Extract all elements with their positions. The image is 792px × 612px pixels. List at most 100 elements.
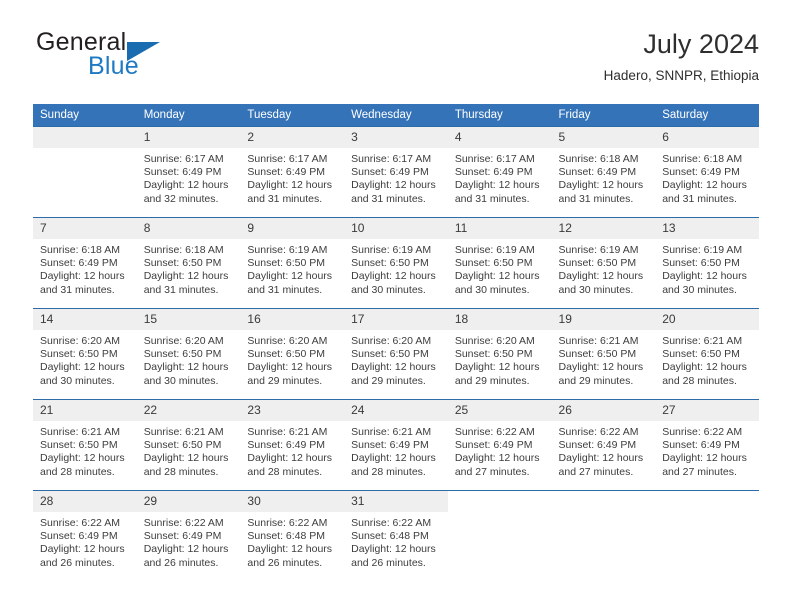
calendar-week-row: 21 Sunrise: 6:21 AM Sunset: 6:50 PM Dayligh…: [33, 399, 759, 491]
day-cell-inner: 5 Sunrise: 6:18 AM Sunset: 6:49 PM Daylight…: [551, 127, 656, 217]
day-cell-inner: 13 Sunrise: 6:19 AM Sunset: 6:50 PM Dayligh…: [655, 218, 759, 308]
calendar-day-cell[interactable]: 29 Sunrise: 6:22 AM Sunset: 6:49 PM Dayligh…: [136, 490, 241, 581]
sunset-text: Sunset: 6:49 PM: [662, 439, 740, 452]
calendar-body: 1 Sunrise: 6:17 AM Sunset: 6:49 PM Daylight…: [33, 126, 759, 581]
calendar-day-cell[interactable]: 31 Sunrise: 6:22 AM Sunset: 6:48 PM Dayligh…: [344, 490, 448, 581]
sunrise-text: Sunrise: 6:22 AM: [454, 426, 535, 438]
day-details: Sunrise: 6:22 AM Sunset: 6:49 PM Daylight:…: [137, 512, 241, 570]
calendar-day-cell[interactable]: 3 Sunrise: 6:17 AM Sunset: 6:49 PM Daylight…: [344, 126, 448, 218]
calendar-day-cell[interactable]: 14 Sunrise: 6:20 AM Sunset: 6:50 PM Dayligh…: [33, 308, 137, 400]
sunset-text: Sunset: 6:50 PM: [247, 348, 326, 361]
calendar-grid: Sunday Monday Tuesday Wednesday Thursday…: [33, 104, 759, 581]
calendar-day-cell[interactable]: 2 Sunrise: 6:17 AM Sunset: 6:49 PM Daylight…: [240, 126, 345, 218]
day-number: 13: [655, 218, 759, 239]
sunset-text: Sunset: 6:49 PM: [454, 166, 533, 179]
calendar-day-cell[interactable]: 7 Sunrise: 6:18 AM Sunset: 6:49 PM Daylight…: [33, 217, 137, 309]
calendar-day-cell[interactable]: 16 Sunrise: 6:20 AM Sunset: 6:50 PM Dayligh…: [240, 308, 345, 400]
calendar-day-cell[interactable]: 18 Sunrise: 6:20 AM Sunset: 6:50 PM Dayligh…: [447, 308, 552, 400]
weekday-header-tuesday: Tuesday: [240, 104, 345, 127]
day-details: Sunrise: 6:18 AM Sunset: 6:50 PM Daylight:…: [137, 239, 241, 297]
calendar-day-cell[interactable]: 19 Sunrise: 6:21 AM Sunset: 6:50 PM Dayligh…: [551, 308, 656, 400]
calendar-week-row: 1 Sunrise: 6:17 AM Sunset: 6:49 PM Daylight…: [33, 126, 759, 218]
day-cell-inner: 15 Sunrise: 6:20 AM Sunset: 6:50 PM Dayligh…: [136, 309, 241, 399]
calendar-day-cell[interactable]: 15 Sunrise: 6:20 AM Sunset: 6:50 PM Dayligh…: [136, 308, 241, 400]
calendar-day-cell[interactable]: 11 Sunrise: 6:19 AM Sunset: 6:50 PM Dayligh…: [447, 217, 552, 309]
daylight-text: Daylight: 12 hours and 29 minutes.: [247, 361, 333, 387]
daylight-text: Daylight: 12 hours and 31 minutes.: [143, 270, 229, 296]
sunrise-text: Sunrise: 6:17 AM: [247, 153, 328, 165]
sunset-text: Sunset: 6:50 PM: [454, 257, 533, 270]
calendar-day-cell[interactable]: 22 Sunrise: 6:21 AM Sunset: 6:50 PM Dayligh…: [136, 399, 241, 491]
day-details: Sunrise: 6:22 AM Sunset: 6:49 PM Daylight:…: [552, 421, 656, 479]
sunrise-text: Sunrise: 6:20 AM: [143, 335, 224, 347]
calendar-day-cell[interactable]: 27 Sunrise: 6:22 AM Sunset: 6:49 PM Dayligh…: [655, 399, 759, 491]
calendar-day-cell[interactable]: 9 Sunrise: 6:19 AM Sunset: 6:50 PM Daylight…: [240, 217, 345, 309]
day-cell-inner: 17 Sunrise: 6:20 AM Sunset: 6:50 PM Dayligh…: [344, 309, 448, 399]
day-cell-inner: 16 Sunrise: 6:20 AM Sunset: 6:50 PM Dayligh…: [240, 309, 345, 399]
sunset-text: Sunset: 6:50 PM: [143, 257, 222, 270]
calendar-day-cell[interactable]: 6 Sunrise: 6:18 AM Sunset: 6:49 PM Daylight…: [655, 126, 759, 218]
sunset-text: Sunset: 6:49 PM: [247, 439, 326, 452]
calendar-day-cell[interactable]: 13 Sunrise: 6:19 AM Sunset: 6:50 PM Dayligh…: [655, 217, 759, 309]
day-cell-inner: 23 Sunrise: 6:21 AM Sunset: 6:49 PM Dayligh…: [240, 400, 345, 490]
day-details: Sunrise: 6:20 AM Sunset: 6:50 PM Daylight:…: [33, 330, 137, 388]
calendar-day-cell[interactable]: 21 Sunrise: 6:21 AM Sunset: 6:50 PM Dayligh…: [33, 399, 137, 491]
day-cell-inner: 26 Sunrise: 6:22 AM Sunset: 6:49 PM Dayligh…: [551, 400, 656, 490]
sunrise-text: Sunrise: 6:22 AM: [40, 517, 120, 529]
day-number: 12: [551, 218, 656, 239]
calendar-day-cell[interactable]: 10 Sunrise: 6:19 AM Sunset: 6:50 PM Dayligh…: [344, 217, 448, 309]
day-number: [33, 127, 137, 148]
calendar-day-cell[interactable]: 17 Sunrise: 6:20 AM Sunset: 6:50 PM Dayligh…: [344, 308, 448, 400]
calendar-header-row: Sunday Monday Tuesday Wednesday Thursday…: [33, 104, 759, 127]
brand-name-blue: Blue: [88, 52, 139, 80]
daylight-text: Daylight: 12 hours and 29 minutes.: [454, 361, 540, 387]
calendar-week-row: 7 Sunrise: 6:18 AM Sunset: 6:49 PM Daylight…: [33, 217, 759, 309]
day-cell-inner: 9 Sunrise: 6:19 AM Sunset: 6:50 PM Daylight…: [240, 218, 345, 308]
calendar-day-cell[interactable]: 30 Sunrise: 6:22 AM Sunset: 6:48 PM Dayligh…: [240, 490, 345, 581]
calendar-day-cell[interactable]: 20 Sunrise: 6:21 AM Sunset: 6:50 PM Dayligh…: [655, 308, 759, 400]
day-details: Sunrise: 6:21 AM Sunset: 6:49 PM Daylight:…: [344, 421, 448, 479]
sunset-text: Sunset: 6:49 PM: [40, 257, 118, 270]
sunrise-text: Sunrise: 6:22 AM: [558, 426, 639, 438]
day-number: 2: [240, 127, 345, 148]
sunset-text: Sunset: 6:48 PM: [247, 530, 326, 543]
calendar-day-cell[interactable]: 4 Sunrise: 6:17 AM Sunset: 6:49 PM Daylight…: [447, 126, 552, 218]
day-number: 11: [447, 218, 552, 239]
calendar-day-cell[interactable]: 5 Sunrise: 6:18 AM Sunset: 6:49 PM Daylight…: [551, 126, 656, 218]
day-details: Sunrise: 6:19 AM Sunset: 6:50 PM Daylight:…: [344, 239, 448, 297]
calendar-day-cell[interactable]: 25 Sunrise: 6:22 AM Sunset: 6:49 PM Dayligh…: [447, 399, 552, 491]
sunset-text: Sunset: 6:49 PM: [662, 166, 740, 179]
calendar-day-cell[interactable]: 12 Sunrise: 6:19 AM Sunset: 6:50 PM Dayligh…: [551, 217, 656, 309]
calendar-day-cell[interactable]: 23 Sunrise: 6:21 AM Sunset: 6:49 PM Dayligh…: [240, 399, 345, 491]
calendar-page: General Blue July 2024 Hadero, SNNPR, Et…: [0, 0, 792, 612]
daylight-text: Daylight: 12 hours and 30 minutes.: [143, 361, 229, 387]
weekday-header-wednesday: Wednesday: [344, 104, 448, 127]
day-cell-inner: 18 Sunrise: 6:20 AM Sunset: 6:50 PM Dayligh…: [447, 309, 552, 399]
weekday-header-thursday: Thursday: [447, 104, 552, 127]
day-details: Sunrise: 6:20 AM Sunset: 6:50 PM Daylight:…: [137, 330, 241, 388]
calendar-week-row: 28 Sunrise: 6:22 AM Sunset: 6:49 PM Dayligh…: [33, 490, 759, 581]
day-cell-inner: 25 Sunrise: 6:22 AM Sunset: 6:49 PM Dayligh…: [447, 400, 552, 490]
day-number: 10: [344, 218, 448, 239]
daylight-text: Daylight: 12 hours and 30 minutes.: [40, 361, 125, 387]
daylight-text: Daylight: 12 hours and 28 minutes.: [351, 452, 436, 478]
day-number: 14: [33, 309, 137, 330]
calendar-day-cell[interactable]: 24 Sunrise: 6:21 AM Sunset: 6:49 PM Dayligh…: [344, 399, 448, 491]
daylight-text: Daylight: 12 hours and 28 minutes.: [143, 452, 229, 478]
daylight-text: Daylight: 12 hours and 29 minutes.: [558, 361, 644, 387]
daylight-text: Daylight: 12 hours and 29 minutes.: [351, 361, 436, 387]
calendar-day-cell[interactable]: 8 Sunrise: 6:18 AM Sunset: 6:50 PM Daylight…: [136, 217, 241, 309]
day-number: 7: [33, 218, 137, 239]
sunrise-text: Sunrise: 6:17 AM: [351, 153, 432, 165]
day-details: Sunrise: 6:22 AM Sunset: 6:49 PM Daylight:…: [448, 421, 552, 479]
day-details: Sunrise: 6:19 AM Sunset: 6:50 PM Daylight:…: [552, 239, 656, 297]
calendar-day-cell[interactable]: 28 Sunrise: 6:22 AM Sunset: 6:49 PM Dayligh…: [33, 490, 137, 581]
day-cell-inner: [448, 491, 552, 581]
sunset-text: Sunset: 6:49 PM: [351, 439, 429, 452]
calendar-day-cell[interactable]: 1 Sunrise: 6:17 AM Sunset: 6:49 PM Daylight…: [136, 126, 241, 218]
calendar-day-cell[interactable]: 26 Sunrise: 6:22 AM Sunset: 6:49 PM Dayligh…: [551, 399, 656, 491]
sunset-text: Sunset: 6:50 PM: [351, 348, 429, 361]
day-cell-inner: [33, 127, 137, 217]
sunrise-text: Sunrise: 6:18 AM: [40, 244, 120, 256]
day-details: Sunrise: 6:21 AM Sunset: 6:50 PM Daylight:…: [137, 421, 241, 479]
